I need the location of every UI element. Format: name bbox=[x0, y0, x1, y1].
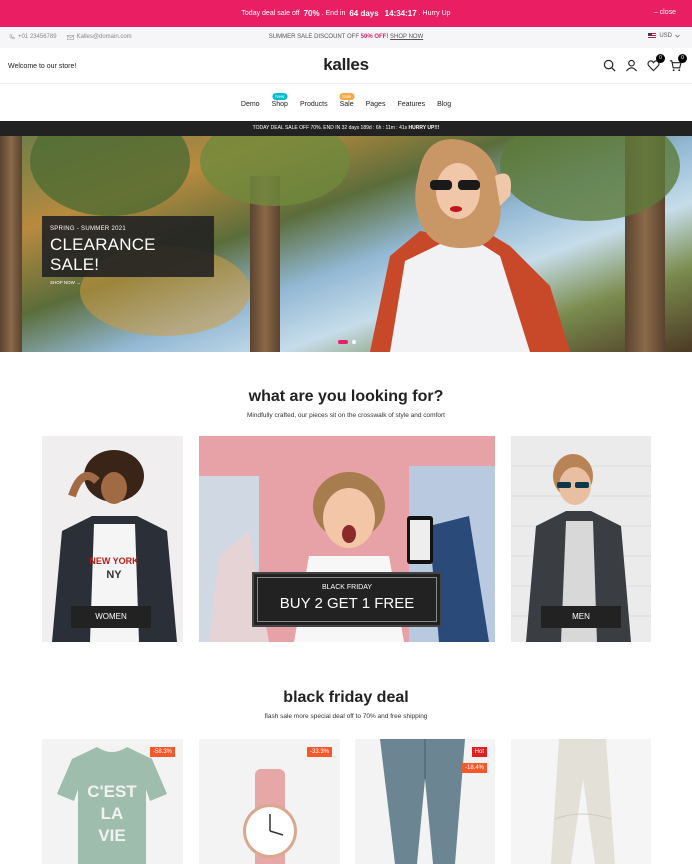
product-card[interactable]: C'EST LA VIE -58.3% bbox=[42, 739, 183, 864]
nav-item-demo[interactable]: Demo bbox=[241, 95, 260, 119]
promo-text-before: Today deal sale off bbox=[241, 10, 300, 17]
summer-sale-text: SUMMER SALE DISCOUNT OFF bbox=[268, 34, 359, 40]
promo-bar: Today deal sale off 70% . End in 64 days… bbox=[0, 0, 692, 27]
nav-item-products[interactable]: Products bbox=[300, 95, 328, 119]
nav-item-sale[interactable]: Sale Sale bbox=[339, 93, 355, 119]
hero-subtitle: SPRING - SUMMER 2021 bbox=[50, 226, 127, 232]
wishlist-button[interactable]: 0 bbox=[647, 54, 665, 72]
promo-text-mid: . End in bbox=[321, 10, 346, 17]
watch-product-image bbox=[243, 769, 297, 864]
category-label-men[interactable]: MEN bbox=[541, 606, 621, 628]
palm-trunk-shape bbox=[0, 136, 22, 352]
category-label-women[interactable]: WOMEN bbox=[71, 606, 151, 628]
deal-countdown-bar: TODAY DEAL SALE OFF 70%. END IN 32 days … bbox=[0, 121, 692, 136]
tshirt-print-line: VIE bbox=[98, 826, 125, 845]
tshirt-product-image: C'EST LA VIE bbox=[57, 747, 167, 864]
black-friday-small-text: BLACK FRIDAY bbox=[321, 584, 373, 591]
promo-time: 14:34:17 bbox=[384, 9, 417, 18]
discount-badge: -18.4% bbox=[461, 763, 487, 773]
info-bar: +01 23456789 Kalles@domain.com SUMMER SA… bbox=[0, 27, 692, 48]
nav-item-pages[interactable]: Pages bbox=[366, 95, 386, 119]
category-card-black-friday[interactable]: BLACK FRIDAY BUY 2 GET 1 FREE bbox=[199, 436, 495, 642]
nav-label[interactable]: Shop bbox=[272, 101, 288, 108]
black-friday-box: BLACK FRIDAY BUY 2 GET 1 FREE bbox=[252, 572, 442, 627]
nav-item-shop[interactable]: New Shop bbox=[272, 93, 288, 119]
hero-banner[interactable]: SPRING - SUMMER 2021 CLEARANCE SALE! SHO… bbox=[0, 136, 692, 352]
discount-badge: -33.3% bbox=[306, 747, 332, 757]
nav-label[interactable]: Pages bbox=[366, 101, 386, 108]
tshirt-print-line: LA bbox=[101, 804, 124, 823]
hero-model-illustration bbox=[370, 139, 570, 352]
site-header: Welcome to our store! kalles 0 0 bbox=[0, 48, 692, 84]
sale-badge: Sale bbox=[339, 93, 355, 100]
nav-item-features[interactable]: Features bbox=[397, 95, 425, 119]
jeans-product-image bbox=[380, 739, 465, 864]
summer-sale-notice: SUMMER SALE DISCOUNT OFF 50% OFF! SHOP N… bbox=[0, 34, 692, 40]
palm-foliage-shape bbox=[30, 136, 190, 216]
currency-selector[interactable]: USD bbox=[648, 33, 680, 39]
account-button[interactable] bbox=[625, 59, 638, 72]
tshirt-print-line: C'EST bbox=[87, 782, 137, 801]
currency-label[interactable]: USD bbox=[659, 33, 672, 39]
cart-button[interactable]: 0 bbox=[669, 54, 687, 72]
slider-dot[interactable] bbox=[352, 340, 356, 344]
svg-text:NY: NY bbox=[106, 569, 122, 581]
hot-badge: Hot bbox=[471, 747, 487, 757]
promo-percent: 70% bbox=[303, 9, 320, 18]
hero-promo-box: SPRING - SUMMER 2021 CLEARANCE SALE! SHO… bbox=[42, 216, 214, 285]
deals-subtitle: flash sale more special deal off to 70% … bbox=[264, 713, 428, 720]
deal-countdown-text: TODAY DEAL SALE OFF 70%. END IN 32 days … bbox=[252, 125, 408, 131]
hero-title: CLEARANCE SALE! bbox=[50, 235, 156, 274]
palm-foliage-shape bbox=[200, 136, 350, 206]
promo-days: 64 days bbox=[349, 9, 379, 18]
user-icon bbox=[625, 59, 638, 72]
hero-shop-now-link[interactable]: SHOP NOW → bbox=[50, 280, 206, 285]
product-card[interactable] bbox=[511, 739, 651, 864]
us-flag-icon bbox=[648, 33, 657, 39]
nav-label[interactable]: Features bbox=[397, 101, 425, 108]
search-button[interactable] bbox=[603, 59, 616, 72]
summer-sale-percent: 50% OFF! bbox=[360, 34, 389, 40]
product-card[interactable]: -33.3% bbox=[199, 739, 340, 864]
promo-text-after: . Hurry Up bbox=[418, 10, 451, 17]
categories-title: what are you looking for? bbox=[248, 388, 444, 405]
site-logo[interactable]: kalles bbox=[0, 55, 692, 75]
nav-label[interactable]: Blog bbox=[437, 101, 451, 108]
slider-dot-active[interactable] bbox=[338, 340, 348, 344]
chevron-down-icon bbox=[675, 34, 680, 38]
nav-item-blog[interactable]: Blog bbox=[437, 95, 451, 119]
category-card-women[interactable]: NEW YORK NY WOMEN bbox=[42, 436, 183, 642]
deals-title: black friday deal bbox=[283, 689, 409, 706]
joggers-product-image bbox=[551, 739, 615, 864]
black-friday-big-text: BUY 2 GET 1 FREE bbox=[279, 595, 415, 612]
svg-text:NEW YORK: NEW YORK bbox=[89, 556, 139, 566]
cart-count-badge: 0 bbox=[678, 54, 687, 63]
discount-badge: -58.3% bbox=[149, 747, 175, 757]
search-icon bbox=[603, 59, 616, 72]
deal-countdown-cta: HURRY UP!!! bbox=[408, 125, 440, 131]
main-nav: Demo New Shop Products Sale Sale Pages F… bbox=[0, 93, 692, 119]
nav-label[interactable]: Products bbox=[300, 101, 328, 108]
promo-close-button[interactable]: – close bbox=[654, 9, 676, 16]
categories-subtitle: Mindfully crafted, our pieces sit on the… bbox=[247, 412, 445, 419]
promo-close-label[interactable]: close bbox=[660, 9, 676, 16]
slider-dots bbox=[338, 340, 356, 344]
shop-now-link[interactable]: SHOP NOW bbox=[390, 34, 423, 40]
product-card[interactable]: Hot -18.4% bbox=[355, 739, 495, 864]
wishlist-count-badge: 0 bbox=[656, 54, 665, 63]
category-card-men[interactable]: MEN bbox=[511, 436, 651, 642]
new-badge: New bbox=[272, 93, 288, 100]
nav-label[interactable]: Demo bbox=[241, 101, 260, 108]
nav-label[interactable]: Sale bbox=[340, 101, 354, 108]
